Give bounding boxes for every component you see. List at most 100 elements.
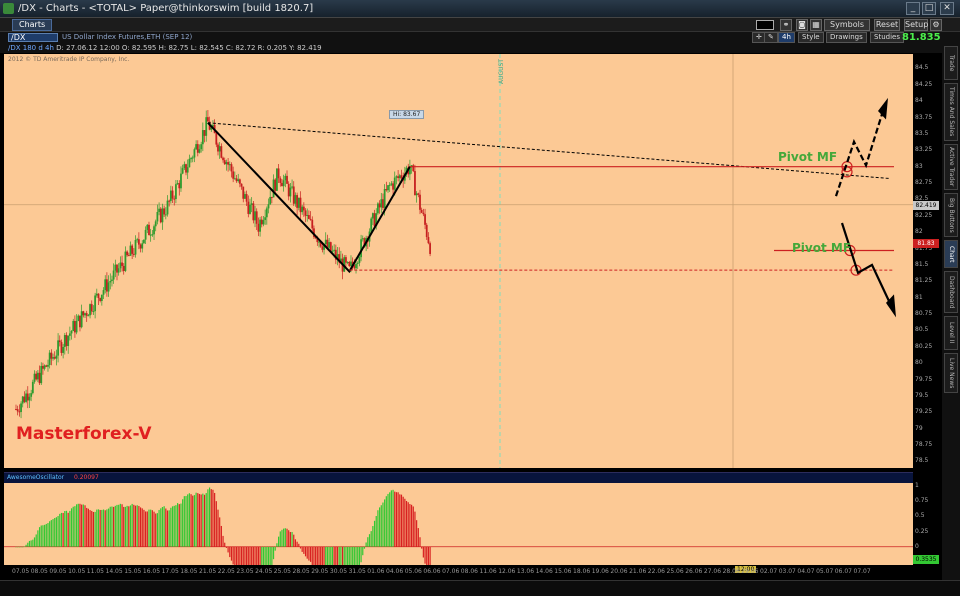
price-chart-svg[interactable]: AUGUST: [4, 54, 913, 468]
setup-button[interactable]: Setup: [904, 19, 928, 31]
candle-body: [109, 280, 112, 283]
candle-body: [79, 315, 81, 328]
symbol-input[interactable]: /DX: [8, 33, 58, 42]
time-tick-label: 26.06: [685, 568, 703, 575]
style-button[interactable]: Style: [798, 32, 824, 43]
price-candle: [77, 314, 80, 322]
price-candle: [371, 212, 374, 225]
price-candle: [161, 203, 164, 230]
price-candle: [201, 122, 204, 152]
oscillator-bar: [38, 527, 41, 547]
oscillator-bar: [200, 494, 202, 547]
price-candle: [338, 247, 341, 269]
oscillator-panel[interactable]: [4, 483, 913, 565]
oscillator-bar: [387, 493, 389, 547]
price-candle: [114, 259, 117, 278]
aggregation-button[interactable]: 4h: [778, 32, 795, 43]
price-chart-panel[interactable]: AUGUST 2012 © TD Ameritrade IP Company, …: [4, 54, 913, 468]
price-axis[interactable]: 84.5 84.25 84 83.75 83.5 83.25 83 82.75 82.5 82.2…: [913, 54, 941, 468]
pivot-label-lower: Pivot MF: [792, 241, 852, 255]
price-candle: [185, 163, 187, 176]
candle-body: [47, 365, 49, 367]
time-tick-label: 12.06: [498, 568, 516, 575]
sidebar-tab-times-and-sales[interactable]: Times And Sales: [944, 83, 958, 141]
oscillator-bar: [416, 520, 418, 547]
price-candle: [139, 243, 142, 253]
maximize-button[interactable]: □: [922, 2, 936, 15]
price-candle: [190, 156, 192, 163]
price-candle: [16, 405, 19, 416]
candle-body: [257, 223, 260, 232]
symbol-description: US Dollar Index Futures,ETH (SEP 12): [62, 33, 193, 41]
oscillator-bar: [392, 489, 394, 547]
time-tick-label: 06.07: [834, 568, 852, 575]
oscillator-bar: [357, 546, 359, 565]
price-candle: [309, 211, 312, 221]
link-icon[interactable]: ⚭: [780, 19, 792, 31]
oscillator-bar: [62, 512, 64, 547]
time-tick-label: 13.06: [516, 568, 535, 575]
studies-button[interactable]: Studies: [870, 32, 904, 43]
oscillator-bar: [264, 546, 266, 565]
oscillator-bar: [57, 516, 59, 547]
drawings-button[interactable]: Drawings: [826, 32, 867, 43]
color-swatch[interactable]: [756, 20, 774, 30]
candle-body: [417, 193, 420, 195]
oscillator-bar: [44, 524, 46, 547]
price-candle: [107, 275, 110, 297]
oscillator-bar: [150, 509, 152, 547]
price-candle: [306, 208, 309, 222]
candle-body: [267, 204, 270, 209]
oscillator-bar: [40, 525, 42, 547]
candle-body: [163, 208, 166, 215]
time-axis[interactable]: 12:00 07.05 08.05 09.05 10.05 11.05 14.05 15.0…: [4, 565, 913, 578]
candle-body: [306, 215, 309, 217]
sidebar-tab-dashboard[interactable]: Dashboard: [944, 271, 958, 313]
price-candle: [164, 207, 167, 220]
oscillator-bar: [426, 546, 428, 565]
oscillator-bar: [182, 499, 184, 547]
time-tick-label: 14.05: [105, 568, 123, 575]
camera-icon[interactable]: ◙: [796, 19, 808, 31]
symbols-button[interactable]: Symbols: [824, 19, 870, 31]
sidebar-tab-chart[interactable]: Chart: [944, 240, 958, 268]
candle-body: [28, 396, 31, 401]
oscillator-svg[interactable]: [4, 483, 913, 565]
candle-body: [63, 335, 66, 348]
oscillator-bar: [284, 528, 286, 547]
oscillator-bar: [190, 494, 192, 547]
sidebar-tab-trade[interactable]: Trade: [944, 46, 958, 80]
oscillator-bar: [261, 546, 263, 565]
oscillator-bar: [227, 546, 229, 553]
sidebar-tab-live-news[interactable]: Live News: [944, 353, 958, 393]
price-candle: [100, 294, 103, 306]
grid-icon[interactable]: ▦: [810, 19, 822, 31]
oscillator-bar: [230, 546, 233, 561]
price-tick-label: 80.25: [915, 342, 933, 350]
close-button[interactable]: ✕: [940, 2, 954, 15]
price-candle: [40, 362, 43, 385]
candle-body: [262, 220, 265, 225]
tab-charts[interactable]: Charts: [12, 19, 53, 31]
price-candle: [297, 197, 300, 211]
price-candle: [282, 174, 285, 192]
reset-button[interactable]: Reset: [874, 19, 900, 31]
sidebar-tab-active-trader[interactable]: Active Trader: [944, 144, 958, 190]
price-candle: [222, 156, 224, 163]
settings-icon[interactable]: ⚙: [930, 19, 942, 31]
candle-body: [126, 251, 128, 256]
price-candle: [276, 168, 278, 191]
oscillator-name[interactable]: AwesomeOscillator: [7, 474, 64, 481]
sidebar-tab-big-buttons[interactable]: Big Buttons: [944, 193, 958, 237]
candle-body: [89, 304, 91, 316]
price-candle: [240, 183, 243, 190]
candle-body: [178, 183, 181, 189]
minimize-button[interactable]: _: [906, 2, 920, 15]
oscillator-bar: [259, 546, 261, 565]
oscillator-bar: [256, 546, 258, 565]
price-tick-label: 80.75: [915, 310, 933, 318]
price-candle: [291, 179, 293, 190]
pencil-icon[interactable]: ✎: [764, 32, 778, 43]
candle-body: [175, 184, 177, 200]
sidebar-tab-level-ii[interactable]: Level II: [944, 316, 958, 350]
